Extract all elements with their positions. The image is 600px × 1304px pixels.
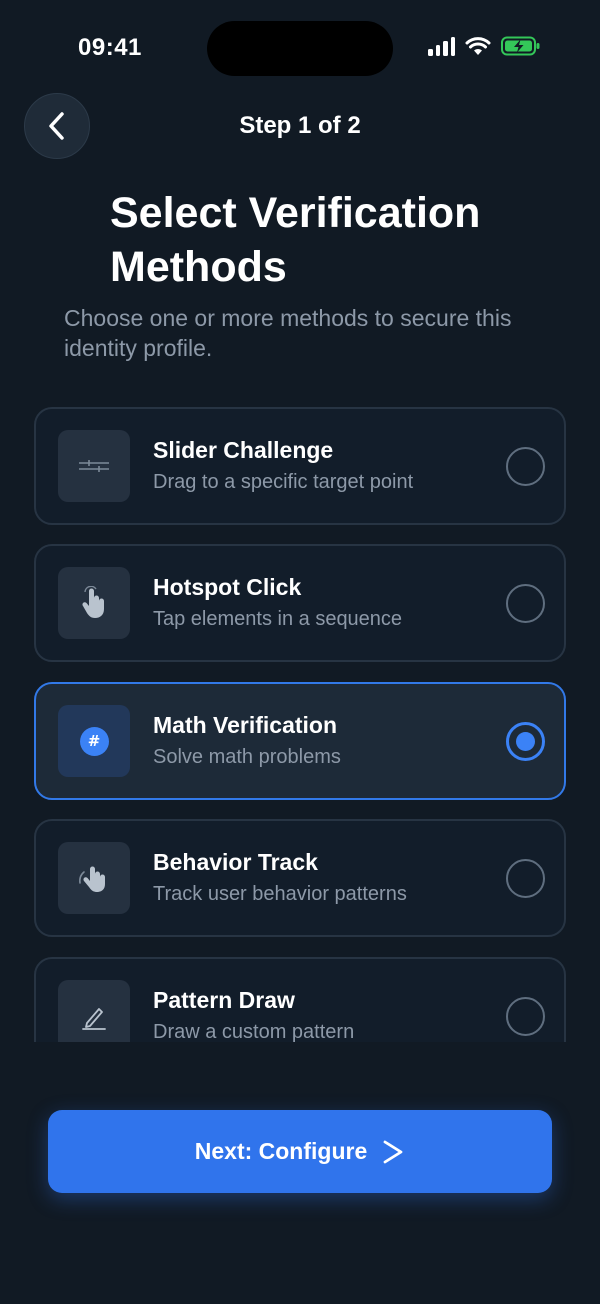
method-description: Track user behavior patterns — [153, 883, 407, 905]
method-card-slider-challenge[interactable]: Slider Challenge Drag to a specific targ… — [34, 407, 566, 525]
method-radio[interactable] — [506, 859, 545, 898]
method-card-math-verification[interactable]: # Math Verification Solve math problems — [34, 682, 566, 800]
method-description: Drag to a specific target point — [153, 471, 414, 493]
method-card-hotspot-click[interactable]: Hotspot Click Tap elements in a sequence — [34, 544, 566, 662]
cellular-signal-icon — [428, 36, 455, 56]
chevron-right-icon — [383, 1140, 403, 1163]
method-radio-selected[interactable] — [506, 722, 545, 761]
dynamic-island — [207, 21, 393, 76]
step-indicator: Step 1 of 2 — [239, 112, 361, 139]
method-description: Solve math problems — [153, 746, 341, 768]
verification-methods-list[interactable]: Slider Challenge Drag to a specific targ… — [34, 407, 566, 1042]
method-radio[interactable] — [506, 997, 545, 1036]
status-time: 09:41 — [78, 34, 142, 61]
method-card-pattern-draw[interactable]: Pattern Draw Draw a custom pattern — [34, 957, 566, 1042]
page-title: Select Verification Methods — [110, 189, 481, 291]
pen-draw-icon — [58, 980, 130, 1042]
battery-charging-icon — [501, 36, 540, 56]
method-description: Tap elements in a sequence — [153, 608, 403, 630]
next-configure-button[interactable]: Next: Configure — [48, 1110, 552, 1193]
method-title: Hotspot Click — [153, 574, 302, 600]
status-icons — [428, 36, 541, 56]
page-subtitle: Choose one or more methods to secure thi… — [64, 305, 512, 361]
method-title: Pattern Draw — [153, 987, 295, 1013]
method-title: Behavior Track — [153, 849, 318, 875]
method-title: Slider Challenge — [153, 437, 334, 463]
tap-hand-icon — [58, 567, 130, 639]
wifi-icon — [465, 37, 491, 55]
swipe-hand-icon — [58, 842, 130, 914]
method-title: Math Verification — [153, 712, 338, 738]
method-description: Draw a custom pattern — [153, 1021, 355, 1042]
hash-icon: # — [58, 705, 130, 777]
slider-icon — [58, 430, 130, 502]
method-card-behavior-track[interactable]: Behavior Track Track user behavior patte… — [34, 819, 566, 937]
status-bar: 09:41 — [0, 0, 600, 100]
next-button-label: Next: Configure — [194, 1138, 368, 1164]
method-radio[interactable] — [506, 447, 545, 486]
method-radio[interactable] — [506, 584, 545, 623]
